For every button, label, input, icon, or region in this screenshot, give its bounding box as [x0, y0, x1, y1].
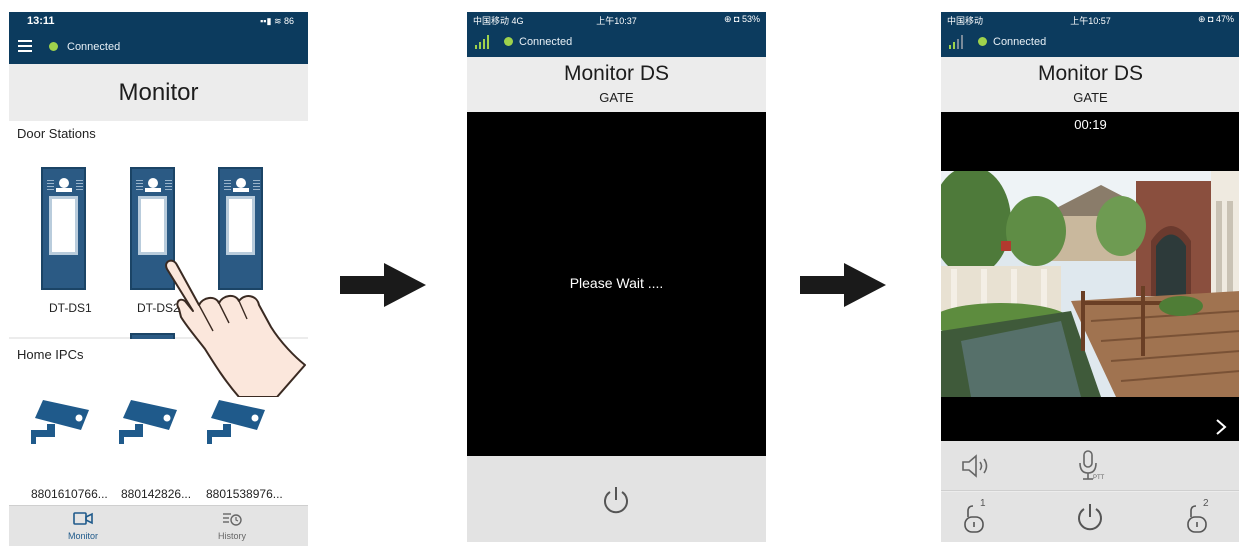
camera-lens-icon — [59, 178, 69, 188]
connection-status: Connected — [993, 36, 1047, 48]
tutorial-stage: 13:11 ▪▪▮ ≋ 86 Connected Monitor Door St… — [0, 0, 1239, 546]
signal-bars-icon — [475, 35, 489, 49]
unlock-number: 2 — [1203, 498, 1209, 509]
status-bar: 中国移动 4G 上午10:37 ⊕ ◘ 53% — [467, 12, 766, 27]
speaker-grill — [224, 178, 231, 190]
speaker-icon[interactable] — [961, 453, 991, 479]
tap-hand-illustration — [165, 259, 306, 397]
page-title: Monitor DS — [563, 62, 670, 85]
video-view: Please Wait .... — [467, 112, 766, 456]
phone-monitor-connecting: 中国移动 4G 上午10:37 ⊕ ◘ 53% Connected Monito… — [467, 12, 766, 542]
tab-monitor[interactable]: Monitor — [53, 509, 113, 545]
connected-indicator-icon — [504, 37, 513, 46]
ipc-label: 8801610766... — [31, 487, 108, 501]
door-station-screen — [138, 196, 167, 255]
page-title: Monitor DS — [1037, 62, 1144, 85]
ip-camera-icon[interactable] — [117, 394, 183, 446]
chevron-right-icon[interactable] — [1215, 418, 1227, 436]
speaker-grill — [165, 178, 172, 190]
camera-icon — [73, 512, 93, 525]
device-name: GATE — [1073, 90, 1108, 105]
connection-bar: Connected — [941, 27, 1239, 57]
connected-indicator-icon — [978, 37, 987, 46]
unlock-1-button[interactable]: 1 — [962, 498, 996, 536]
door-station-screen — [49, 196, 78, 255]
menu-icon[interactable] — [18, 40, 32, 52]
speaker-grill — [47, 178, 54, 190]
history-icon — [223, 513, 242, 526]
connection-status: Connected — [519, 36, 573, 48]
camera-base — [56, 188, 72, 192]
connected-indicator-icon — [49, 42, 58, 51]
door-station-tile-1[interactable] — [41, 167, 86, 290]
battery-status: ⊕ ◘ 53% — [724, 14, 760, 24]
connection-bar: Connected — [467, 27, 766, 57]
bottom-tab-bar: Monitor History — [9, 505, 308, 546]
door-station-screen — [226, 196, 255, 255]
status-time: 13:11 — [27, 15, 55, 27]
battery-status: ⊕ ◘ 47% — [1198, 14, 1234, 24]
home-ipcs-heading: Home IPCs — [17, 347, 84, 362]
ptt-label: PTT — [1093, 475, 1105, 481]
call-controls: 1 2 — [941, 492, 1239, 542]
status-icons: ▪▪▮ ≋ 86 — [260, 16, 294, 26]
power-icon[interactable] — [601, 485, 631, 515]
power-icon[interactable] — [1075, 502, 1105, 532]
page-title: Monitor — [9, 64, 308, 121]
title-area: Monitor DS GATE — [467, 57, 766, 112]
phone-monitor-list: 13:11 ▪▪▮ ≋ 86 Connected Monitor Door St… — [9, 12, 308, 546]
door-station-label: DT-DS1 — [49, 301, 92, 315]
status-time: 上午10:37 — [596, 16, 637, 26]
speaker-grill — [136, 178, 143, 190]
device-name: GATE — [599, 90, 634, 105]
connection-status: Connected — [67, 41, 121, 53]
loading-message: Please Wait .... — [569, 275, 664, 291]
connection-bar: Connected — [9, 30, 308, 64]
control-bar — [467, 456, 766, 542]
status-time: 上午10:57 — [1070, 16, 1111, 26]
live-video-frame — [941, 171, 1239, 397]
tab-history[interactable]: History — [202, 509, 262, 545]
camera-base — [145, 188, 161, 192]
ip-camera-icon[interactable] — [29, 394, 95, 446]
unlock-2-button[interactable]: 2 — [1185, 498, 1219, 536]
speaker-grill — [253, 178, 260, 190]
video-view: 00:19 — [941, 112, 1239, 441]
audio-controls: PTT — [941, 441, 1239, 491]
camera-lens-icon — [236, 178, 246, 188]
title-area: Monitor DS GATE — [941, 57, 1239, 112]
tab-label: Monitor — [67, 531, 98, 541]
phone-monitor-live: 中国移动 上午10:57 ⊕ ◘ 47% Connected Monitor D… — [941, 12, 1239, 542]
ip-camera-icon[interactable] — [205, 394, 271, 446]
status-bar: 中国移动 上午10:57 ⊕ ◘ 47% — [941, 12, 1239, 27]
status-bar: 13:11 ▪▪▮ ≋ 86 — [9, 12, 308, 30]
call-timer: 00:19 — [1074, 117, 1107, 132]
speaker-grill — [76, 178, 83, 190]
door-stations-heading: Door Stations — [17, 126, 96, 141]
signal-bars-icon — [949, 35, 963, 49]
camera-lens-icon — [148, 178, 158, 188]
right-arrow-icon — [800, 263, 886, 307]
ipc-label: 8801538976... — [206, 487, 283, 501]
camera-base — [233, 188, 249, 192]
ipc-label: 880142826... — [121, 487, 192, 501]
unlock-number: 1 — [980, 498, 986, 509]
tab-label: History — [217, 531, 246, 541]
right-arrow-icon — [340, 263, 426, 307]
